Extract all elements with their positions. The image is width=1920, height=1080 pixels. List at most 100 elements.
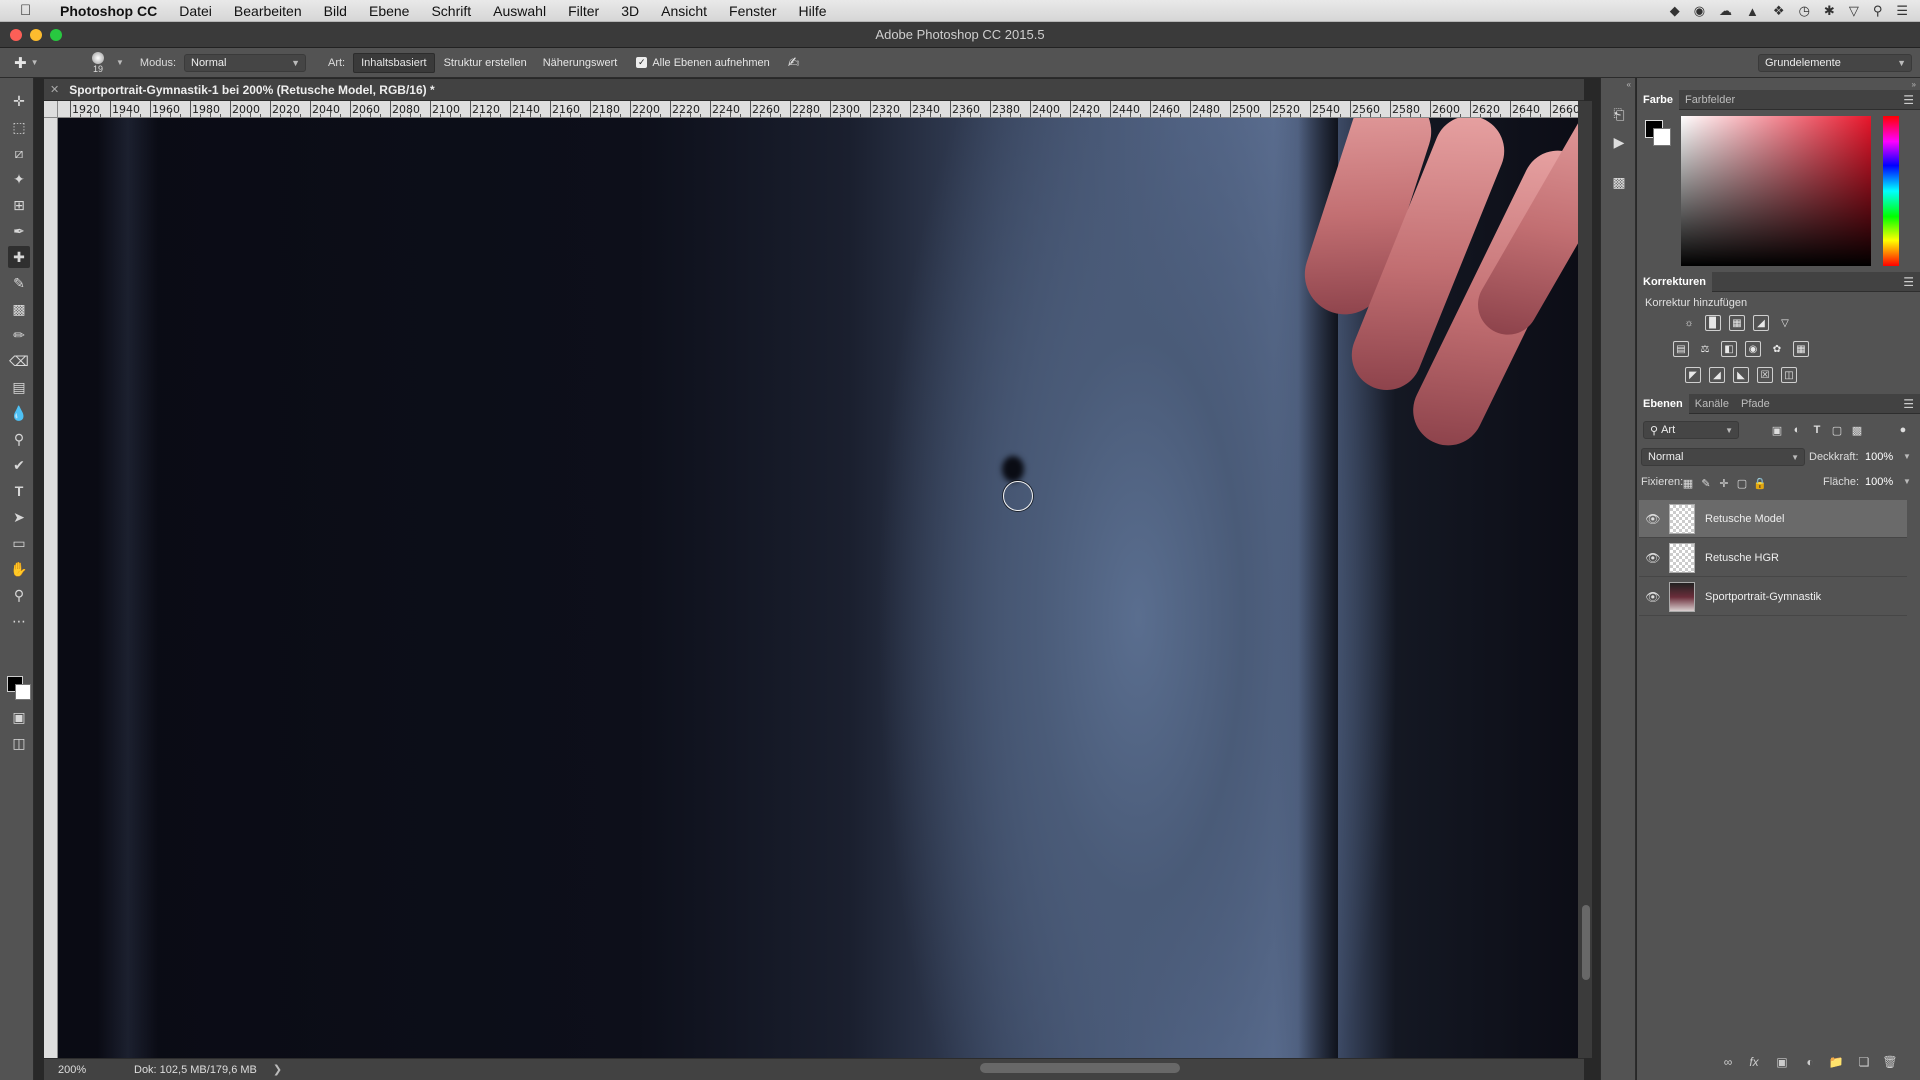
- color-lookup-icon[interactable]: ▦: [1793, 341, 1809, 357]
- hue-slider[interactable]: [1883, 116, 1899, 266]
- black-white-icon[interactable]: ◧: [1721, 341, 1737, 357]
- proximity-match-button[interactable]: Näherungswert: [536, 53, 625, 73]
- channel-mixer-icon[interactable]: ✿: [1769, 341, 1785, 357]
- tab-farbfelder[interactable]: Farbfelder: [1679, 90, 1741, 110]
- eraser-tool-icon[interactable]: ⌫: [8, 350, 30, 372]
- filter-pixel-icon[interactable]: ▣: [1769, 422, 1785, 438]
- move-tool-icon[interactable]: ✛: [8, 90, 30, 112]
- posterize-icon[interactable]: ◢: [1709, 367, 1725, 383]
- mode-select[interactable]: Normal ▼: [184, 53, 306, 72]
- eye-icon[interactable]: 👁: [1641, 590, 1665, 604]
- layer-style-icon[interactable]: fx: [1745, 1053, 1763, 1071]
- chevron-down-icon[interactable]: ▼: [1903, 477, 1911, 486]
- tab-farbe[interactable]: Farbe: [1637, 89, 1679, 110]
- marquee-tool-icon[interactable]: ⬚: [8, 116, 30, 138]
- clone-stamp-tool-icon[interactable]: ▩: [8, 298, 30, 320]
- screen-mode-icon[interactable]: ◫: [8, 732, 30, 754]
- lasso-tool-icon[interactable]: ⧄: [8, 142, 30, 164]
- new-adjustment-layer-icon[interactable]: ◐: [1801, 1053, 1819, 1071]
- horizontal-ruler[interactable]: 1920 1940 1960 1980 2000 2020 2040 2060 2080 2100…: [58, 101, 1582, 118]
- apple-icon[interactable]: : [20, 2, 40, 19]
- layer-row-sportportrait[interactable]: 👁 Sportportrait-Gymnastik: [1639, 578, 1907, 616]
- vibrance-icon[interactable]: ▽: [1777, 315, 1793, 331]
- menu-schrift[interactable]: Schrift: [420, 3, 482, 19]
- dropbox-icon[interactable]: ◆: [1670, 3, 1680, 19]
- tab-kanaele[interactable]: Kanäle: [1689, 394, 1735, 414]
- wifi-icon[interactable]: ▽: [1849, 3, 1859, 19]
- drive-icon[interactable]: ▲: [1746, 4, 1759, 19]
- notification-list-icon[interactable]: ☰: [1896, 3, 1908, 19]
- chevron-right-icon[interactable]: ❯: [273, 1063, 282, 1076]
- new-group-icon[interactable]: 📁: [1827, 1053, 1845, 1071]
- invert-icon[interactable]: ◤: [1685, 367, 1701, 383]
- vertical-ruler[interactable]: [44, 118, 58, 1058]
- photo-filter-icon[interactable]: ◉: [1745, 341, 1761, 357]
- menu-ansicht[interactable]: Ansicht: [650, 3, 718, 19]
- blur-tool-icon[interactable]: 💧: [8, 402, 30, 424]
- vertical-scrollbar-thumb[interactable]: [1582, 905, 1590, 980]
- script-icon[interactable]: ❖: [1773, 3, 1785, 19]
- close-icon[interactable]: ✕: [50, 83, 59, 96]
- menu-hilfe[interactable]: Hilfe: [788, 3, 838, 19]
- fill-value[interactable]: 100%: [1865, 476, 1893, 488]
- double-chevron-icon[interactable]: »: [1912, 80, 1916, 89]
- bluetooth-icon[interactable]: ✱: [1824, 3, 1835, 19]
- chevron-down-icon[interactable]: ▼: [1903, 452, 1911, 461]
- tab-pfade[interactable]: Pfade: [1735, 394, 1776, 414]
- brush-tool-icon[interactable]: ✎: [8, 272, 30, 294]
- pen-tool-icon[interactable]: ✔: [8, 454, 30, 476]
- menu-datei[interactable]: Datei: [168, 3, 223, 19]
- blend-mode-select[interactable]: Normal ▼: [1641, 448, 1805, 466]
- layer-row-retusche-hgr[interactable]: 👁 Retusche HGR: [1639, 539, 1907, 577]
- type-tool-icon[interactable]: T: [8, 480, 30, 502]
- more-tools-icon[interactable]: ⋯: [8, 610, 30, 632]
- hue-saturation-icon[interactable]: ▤: [1673, 341, 1689, 357]
- menu-app-name[interactable]: Photoshop CC: [54, 3, 168, 19]
- tool-preset-picker[interactable]: ✚ ▼: [14, 51, 70, 75]
- path-selection-tool-icon[interactable]: ➤: [8, 506, 30, 528]
- creative-cloud-icon[interactable]: ☁: [1719, 3, 1732, 19]
- document-canvas[interactable]: [58, 118, 1578, 1058]
- menu-3d[interactable]: 3D: [610, 3, 650, 19]
- hand-tool-icon[interactable]: ✋: [8, 558, 30, 580]
- double-chevron-icon[interactable]: «: [1627, 80, 1631, 89]
- actions-panel-icon[interactable]: ▶: [1609, 132, 1629, 152]
- history-panel-icon[interactable]: ⎗: [1609, 104, 1629, 124]
- background-color-swatch[interactable]: [1653, 128, 1671, 146]
- filter-toggle-icon[interactable]: ●: [1895, 422, 1911, 438]
- levels-icon[interactable]: ▉: [1705, 315, 1721, 331]
- add-mask-icon[interactable]: ▣: [1773, 1053, 1791, 1071]
- gradient-map-icon[interactable]: ◫: [1781, 367, 1797, 383]
- lock-all-icon[interactable]: 🔒: [1753, 476, 1767, 490]
- panel-menu-icon[interactable]: ☰: [1903, 275, 1914, 289]
- threshold-icon[interactable]: ◣: [1733, 367, 1749, 383]
- rectangle-tool-icon[interactable]: ▭: [8, 532, 30, 554]
- horizontal-scrollbar-thumb[interactable]: [980, 1063, 1180, 1073]
- sample-all-layers-checkbox[interactable]: ✓: [636, 57, 648, 68]
- properties-panel-icon[interactable]: ▩: [1609, 172, 1629, 192]
- workspace-select[interactable]: Grundelemente ▼: [1758, 54, 1912, 72]
- menu-filter[interactable]: Filter: [557, 3, 610, 19]
- zoom-tool-icon[interactable]: ⚲: [8, 584, 30, 606]
- menu-bearbeiten[interactable]: Bearbeiten: [223, 3, 313, 19]
- new-layer-icon[interactable]: ❏: [1855, 1053, 1873, 1071]
- record-icon[interactable]: ◉: [1694, 3, 1705, 19]
- color-picker-field[interactable]: [1681, 116, 1871, 266]
- filter-smart-object-icon[interactable]: ▩: [1849, 422, 1865, 438]
- pressure-size-icon[interactable]: ✍: [788, 54, 800, 71]
- lock-transparency-icon[interactable]: ▦: [1681, 476, 1695, 490]
- eye-icon[interactable]: 👁: [1641, 512, 1665, 526]
- content-aware-button[interactable]: Inhaltsbasiert: [353, 52, 435, 73]
- exposure-icon[interactable]: ◢: [1753, 315, 1769, 331]
- zoom-level[interactable]: 200%: [58, 1064, 118, 1076]
- background-color-swatch[interactable]: [15, 684, 31, 700]
- layer-row-retusche-model[interactable]: 👁 Retusche Model: [1639, 500, 1907, 538]
- lock-position-icon[interactable]: ✛: [1717, 476, 1731, 490]
- quick-selection-tool-icon[interactable]: ✦: [8, 168, 30, 190]
- eye-icon[interactable]: 👁: [1641, 551, 1665, 565]
- tab-ebenen[interactable]: Ebenen: [1637, 393, 1689, 414]
- ruler-origin[interactable]: [44, 101, 58, 118]
- gradient-tool-icon[interactable]: ▤: [8, 376, 30, 398]
- spotlight-search-icon[interactable]: ⚲: [1873, 3, 1883, 19]
- crop-tool-icon[interactable]: ⊞: [8, 194, 30, 216]
